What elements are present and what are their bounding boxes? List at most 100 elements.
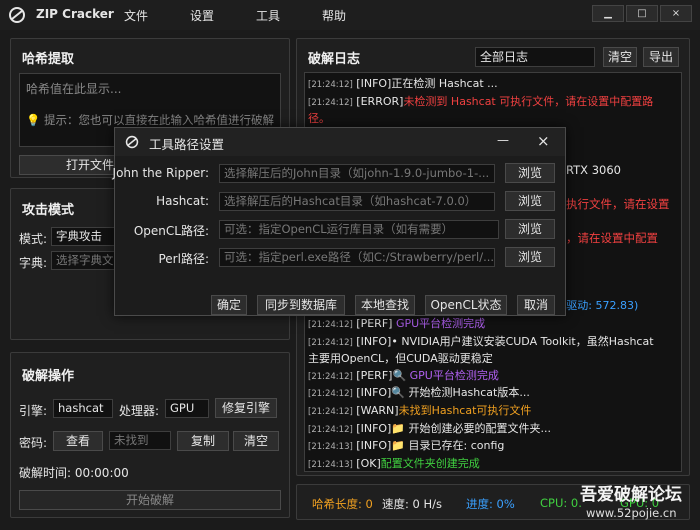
cancel-button[interactable]: 取消 xyxy=(517,295,555,315)
opencl-path-label: OpenCL路径: xyxy=(133,224,209,238)
perl-browse-button[interactable]: 浏览 xyxy=(505,247,555,267)
log-timestamp: [21:24:12] xyxy=(308,424,353,435)
dialog-minimize-button[interactable]: — xyxy=(497,133,509,147)
minimize-button[interactable]: ▁ xyxy=(592,5,624,22)
log-line: [21:24:13] [OK]配置文件夹创建完成 xyxy=(308,456,654,470)
hash-hint: 提示：您也可以直接在此输入哈希值进行破解 xyxy=(43,113,274,127)
log-text: 未检测到 Hashcat 可执行文件，请在设置中配置路 xyxy=(403,94,654,108)
perl-path-input[interactable]: 可选：指定perl.exe路径（如C:/Strawberry/perl/... xyxy=(219,248,495,267)
log-text: [INFO]• NVIDIA用户建议安装CUDA Toolkit，虽然Hashc… xyxy=(352,334,654,348)
perl-path-label: Perl路径: xyxy=(158,252,209,266)
log-text: 配置文件夹创建完成 xyxy=(380,456,480,470)
log-line: [21:24:12] [INFO]正在检测 Hashcat ... xyxy=(308,76,680,94)
log-timestamp: [21:24:12] xyxy=(308,80,353,90)
john-path-input[interactable]: 选择解压后的John目录（如john-1.9.0-jumbo-1-... xyxy=(219,164,495,183)
sync-database-button[interactable]: 同步到数据库 xyxy=(257,295,345,315)
log-partial-error-1: 执行文件，请在设置 xyxy=(566,197,670,211)
repair-engine-button[interactable]: 修复引擎 xyxy=(215,398,277,418)
log-line: [21:24:12] [INFO]📁 开始创建必要的配置文件夹... xyxy=(308,421,654,439)
engine-select[interactable]: hashcat xyxy=(53,399,113,418)
log-timestamp: [21:24:13] xyxy=(308,459,353,470)
john-path-label: John the Ripper: xyxy=(112,166,209,180)
log-line: [21:24:12] [PERF]🔍 GPU平台检测完成 xyxy=(308,368,654,386)
log-partial-driver: (驱动: 572.83) xyxy=(562,299,639,312)
log-text: [PERF] xyxy=(352,317,396,330)
mode-label: 模式: xyxy=(19,232,48,246)
log-text: GPU平台检测完成 xyxy=(409,368,499,382)
log-text: [WARN] xyxy=(352,403,399,417)
log-text: GPU平台检测完成 xyxy=(395,317,486,330)
log-line: [21:24:12] [INFO]🔍 开始检测Hashcat版本... xyxy=(308,385,654,403)
watermark-title: 吾爱破解论坛 xyxy=(580,485,682,505)
close-button[interactable]: × xyxy=(660,5,692,22)
log-line: [21:24:12] [WARN]未找到Hashcat可执行文件 xyxy=(308,403,654,421)
opencl-path-input[interactable]: 可选：指定OpenCL运行库目录（如有需要） xyxy=(219,220,499,239)
log-timestamp: [21:24:12] xyxy=(308,320,353,330)
app-title: ZIP Cracker xyxy=(36,7,114,21)
view-password-button[interactable]: 查看 xyxy=(53,431,103,451)
hash-placeholder: 哈希值在此显示... xyxy=(26,82,122,96)
processor-select[interactable]: GPU xyxy=(165,399,209,418)
clear-password-button[interactable]: 清空 xyxy=(233,431,279,451)
log-partial-error-2: ，请在设置中配置 xyxy=(566,231,658,245)
status-hash-length: 哈希长度: 0 xyxy=(312,497,373,511)
log-clear-button[interactable]: 清空 xyxy=(603,47,637,67)
status-progress: 进度: 0% xyxy=(466,497,515,511)
dict-label: 字典: xyxy=(19,256,48,270)
log-timestamp: [21:24:12] xyxy=(308,371,353,382)
menu-settings[interactable]: 设置 xyxy=(190,7,214,24)
crack-panel: 破解操作 引擎: hashcat 处理器: GPU 修复引擎 密码: 查看 未找… xyxy=(10,352,290,518)
app-logo-icon xyxy=(9,7,25,23)
engine-label: 引擎: xyxy=(19,404,48,418)
log-export-button[interactable]: 导出 xyxy=(643,47,679,67)
crack-panel-title: 破解操作 xyxy=(22,369,75,384)
hashcat-path-label: Hashcat: xyxy=(156,194,209,208)
log-timestamp: [21:24:12] xyxy=(308,389,353,400)
start-crack-button[interactable]: 开始破解 xyxy=(19,490,281,510)
log-lines-top: [21:24:12] [INFO]正在检测 Hashcat ... [21:24:… xyxy=(308,76,680,128)
log-line: [21:24:12] [PERF] GPU平台检测完成 xyxy=(308,316,654,334)
status-speed: 速度: 0 H/s xyxy=(382,497,443,511)
log-line: 径。 xyxy=(308,111,680,128)
log-filter-select[interactable]: 全部日志 xyxy=(475,47,595,67)
watermark-url: www.52pojie.cn xyxy=(586,506,677,520)
password-field: 未找到 xyxy=(109,431,171,450)
attack-panel-title: 攻击模式 xyxy=(22,203,75,218)
opencl-browse-button[interactable]: 浏览 xyxy=(505,219,555,239)
log-text: 径。 xyxy=(308,112,330,126)
password-label: 密码: xyxy=(19,436,48,450)
log-timestamp: [21:24:12] xyxy=(308,337,353,348)
copy-password-button[interactable]: 复制 xyxy=(177,431,229,451)
hashcat-browse-button[interactable]: 浏览 xyxy=(505,191,555,211)
processor-label: 处理器: xyxy=(119,404,160,418)
lightbulb-icon: 💡 xyxy=(26,113,41,127)
opencl-status-button[interactable]: OpenCL状态 xyxy=(425,295,507,315)
log-panel-title: 破解日志 xyxy=(308,52,361,67)
hashcat-path-input[interactable]: 选择解压后的Hashcat目录（如hashcat-7.0.0） xyxy=(219,192,495,211)
log-text: 未找到Hashcat可执行文件 xyxy=(398,403,532,417)
dialog-close-button[interactable]: × xyxy=(537,132,550,150)
menu-tools[interactable]: 工具 xyxy=(256,7,280,24)
menu-file[interactable]: 文件 xyxy=(124,7,148,24)
log-timestamp: [21:24:13] xyxy=(308,442,353,453)
log-line: [21:24:13] [INFO]📁 目录已存在: config xyxy=(308,438,654,456)
log-timestamp: [21:24:12] xyxy=(308,406,353,417)
john-browse-button[interactable]: 浏览 xyxy=(505,163,555,183)
tool-path-dialog: 工具路径设置 — × John the Ripper: 选择解压后的John目录… xyxy=(112,127,566,316)
log-text: 主要用OpenCL，但CUDA驱动更稳定 xyxy=(308,352,493,366)
dialog-logo-icon xyxy=(125,135,139,149)
log-text: [OK] xyxy=(352,456,381,470)
hash-panel-title: 哈希提取 xyxy=(22,52,75,67)
local-search-button[interactable]: 本地查找 xyxy=(355,295,415,315)
log-text: [ERROR] xyxy=(352,94,404,108)
log-line: 主要用OpenCL，但CUDA驱动更稳定 xyxy=(308,351,654,368)
log-text: [INFO]📁 目录已存在: config xyxy=(352,439,505,453)
status-cpu: CPU: 0. xyxy=(540,496,582,510)
log-text: [INFO]📁 开始创建必要的配置文件夹... xyxy=(352,421,552,435)
confirm-button[interactable]: 确定 xyxy=(211,295,247,315)
maximize-button[interactable]: □ xyxy=(626,5,658,22)
crack-time: 破解时间: 00:00:00 xyxy=(19,466,129,480)
log-timestamp: [21:24:12] xyxy=(308,97,353,108)
menu-help[interactable]: 帮助 xyxy=(322,7,346,24)
log-text: [INFO]正在检测 Hashcat ... xyxy=(352,77,498,90)
